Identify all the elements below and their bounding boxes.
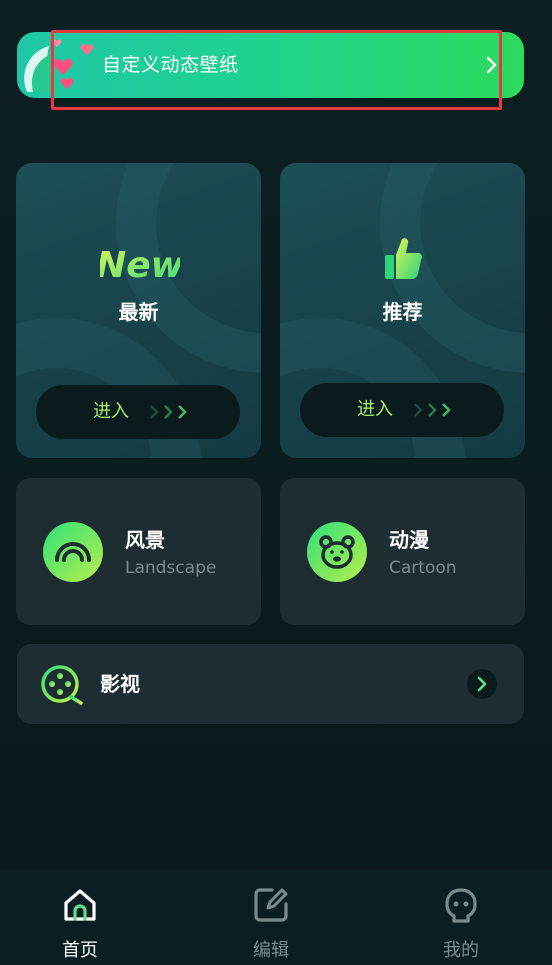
category-subtitle: Landscape: [125, 558, 217, 578]
recommended-label: 推荐: [382, 300, 423, 324]
recommended-card[interactable]: 推荐 进入: [280, 163, 525, 458]
banner-title: 自定义动态壁纸: [102, 54, 239, 76]
tab-profile[interactable]: 我的: [401, 870, 521, 965]
recommended-enter-button[interactable]: 进入: [300, 383, 504, 437]
latest-label: 最新: [118, 300, 159, 324]
enter-label: 进入: [357, 399, 393, 420]
tab-home[interactable]: 首页: [20, 870, 140, 965]
category-title: 风景: [125, 528, 165, 552]
film-reel-icon: [41, 665, 83, 705]
category-landscape[interactable]: 风景 Landscape: [16, 478, 261, 625]
tab-label: 首页: [62, 940, 98, 961]
category-title: 动漫: [389, 528, 429, 552]
triple-arrow-icon: [414, 403, 451, 417]
latest-enter-button[interactable]: 进入: [36, 385, 240, 439]
profile-icon: [445, 888, 477, 923]
film-go-button[interactable]: [467, 669, 497, 699]
film-label: 影视: [100, 672, 140, 696]
custom-live-wallpaper-banner[interactable]: 自定义动态壁纸: [17, 32, 524, 98]
rainbow-icon: [43, 522, 103, 582]
bear-face-icon: [307, 522, 367, 582]
enter-label: 进入: [93, 401, 129, 422]
svg-text:New: New: [100, 245, 180, 285]
new-badge-icon: New: [100, 245, 180, 285]
tab-edit[interactable]: 编辑: [211, 870, 331, 965]
tab-label: 编辑: [253, 940, 289, 961]
film-tv-row[interactable]: 影视: [17, 644, 524, 724]
category-subtitle: Cartoon: [389, 558, 457, 578]
tab-label: 我的: [443, 940, 479, 961]
hearts-decoration-icon: [24, 39, 94, 92]
bottom-tab-bar: 首页 编辑 我的: [0, 870, 552, 965]
category-cartoon[interactable]: 动漫 Cartoon: [280, 478, 525, 625]
thumbs-up-icon: [385, 238, 422, 279]
triple-arrow-icon: [150, 405, 187, 419]
latest-card[interactable]: New 最新 进入: [16, 163, 261, 458]
chevron-right-icon: [477, 676, 487, 692]
chevron-right-icon: [486, 56, 497, 74]
home-icon: [64, 889, 96, 921]
edit-icon: [254, 888, 288, 922]
